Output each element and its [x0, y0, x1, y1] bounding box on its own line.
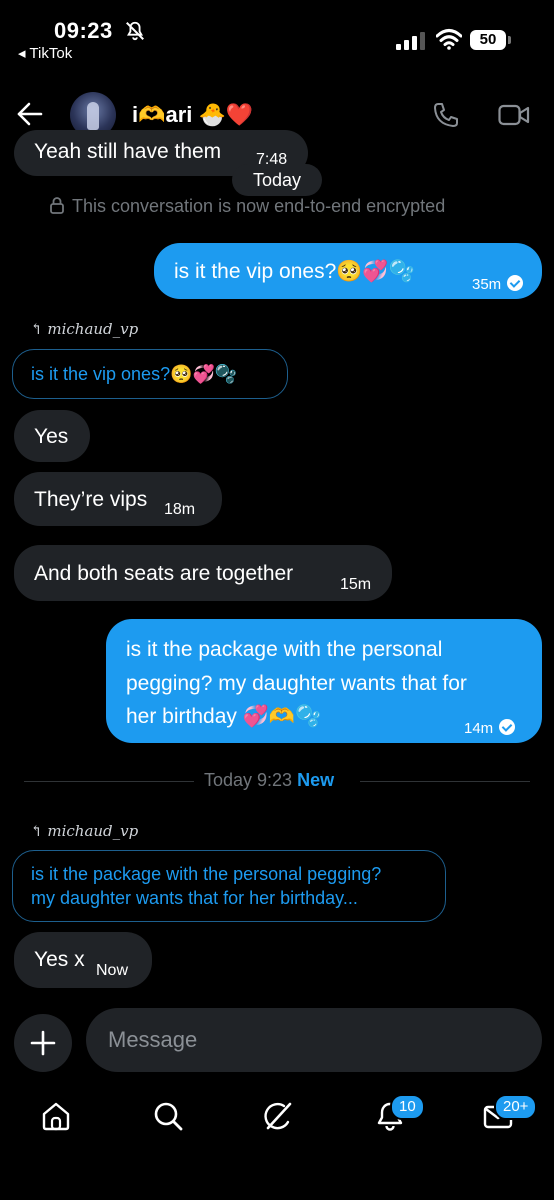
- message-text: Yes: [34, 425, 69, 448]
- read-check-icon: [507, 275, 524, 292]
- message-incoming[interactable]: Yes: [14, 410, 90, 462]
- read-check-icon: [499, 719, 516, 736]
- contact-name[interactable]: i🫶ari 🐣❤️: [132, 102, 253, 128]
- reply-username: michaud_vp: [47, 822, 139, 840]
- quoted-message[interactable]: is it the vip ones?🥺💞🫧: [12, 349, 288, 399]
- day-label-text: Today: [252, 170, 302, 190]
- message-time: 18m: [164, 501, 196, 518]
- encryption-notice: This conversation is now end-to-end encr…: [48, 196, 445, 217]
- message-text: Yes x: [34, 948, 85, 971]
- message-incoming[interactable]: And both seats are together 15m: [14, 545, 392, 601]
- reply-username: michaud_vp: [47, 320, 139, 338]
- quoted-message[interactable]: is it the package with the personal pegg…: [12, 850, 446, 922]
- search-icon[interactable]: [152, 1100, 184, 1132]
- home-icon[interactable]: [40, 1100, 72, 1132]
- message-text: They’re vips: [34, 488, 148, 511]
- message-time: 14m: [464, 720, 494, 737]
- quoted-text-line: my daughter wants that for her birthday.…: [31, 888, 358, 908]
- message-incoming[interactable]: Yes x Now: [14, 932, 152, 988]
- video-call-icon[interactable]: [498, 102, 530, 128]
- bell-muted-icon: [126, 21, 144, 41]
- message-time: Now: [96, 962, 129, 979]
- day-label: Today: [232, 164, 322, 196]
- reply-arrow-icon: ↰: [30, 320, 43, 338]
- message-text-line: pegging? my daughter wants that for: [126, 671, 467, 695]
- message-outgoing[interactable]: is it the package with the personal pegg…: [106, 619, 542, 743]
- encryption-text: This conversation is now end-to-end encr…: [72, 196, 446, 216]
- back-arrow-icon[interactable]: [16, 100, 44, 128]
- message-text: Yeah still have them: [34, 140, 222, 163]
- battery-indicator: 50: [470, 30, 506, 50]
- lock-icon: [50, 197, 64, 214]
- divider-new: New: [297, 770, 335, 790]
- new-messages-divider: Today 9:23 New: [204, 770, 334, 791]
- reply-label: ↰ michaud_vp: [30, 320, 138, 338]
- divider-line-left: [24, 781, 194, 782]
- quoted-text-line: is it the package with the personal pegg…: [31, 864, 382, 884]
- grok-icon[interactable]: [262, 1100, 294, 1132]
- message-time: 35m: [472, 276, 502, 293]
- reply-label: ↰ michaud_vp: [30, 822, 138, 840]
- phone-call-icon[interactable]: [432, 101, 460, 129]
- message-time: 15m: [340, 576, 372, 593]
- message-incoming[interactable]: They’re vips 18m: [14, 472, 222, 526]
- back-to-app-link[interactable]: ◂ TikTok: [18, 44, 72, 62]
- divider-time: Today 9:23: [204, 770, 293, 790]
- reply-arrow-icon: ↰: [30, 822, 43, 840]
- message-text-line: is it the package with the personal: [126, 638, 443, 661]
- notifications-badge: 10: [390, 1094, 425, 1120]
- messages-badge: 20+: [494, 1094, 538, 1120]
- message-text-line: her birthday 💞🫶🫧: [126, 705, 322, 728]
- quoted-text: is it the vip ones?🥺💞🫧: [31, 364, 238, 384]
- divider-line-right: [360, 781, 530, 782]
- add-attachment-button[interactable]: [14, 1014, 72, 1072]
- wifi-icon: [436, 29, 462, 50]
- battery-tip: [508, 36, 511, 44]
- message-text: is it the vip ones?🥺💞🫧: [174, 260, 415, 283]
- plus-icon: [30, 1030, 56, 1056]
- message-text: And both seats are together: [34, 562, 294, 585]
- message-input[interactable]: [86, 1008, 542, 1072]
- cellular-signal-icon: [396, 32, 425, 50]
- status-time: 09:23: [54, 18, 113, 43]
- message-outgoing[interactable]: is it the vip ones?🥺💞🫧 35m: [154, 243, 542, 299]
